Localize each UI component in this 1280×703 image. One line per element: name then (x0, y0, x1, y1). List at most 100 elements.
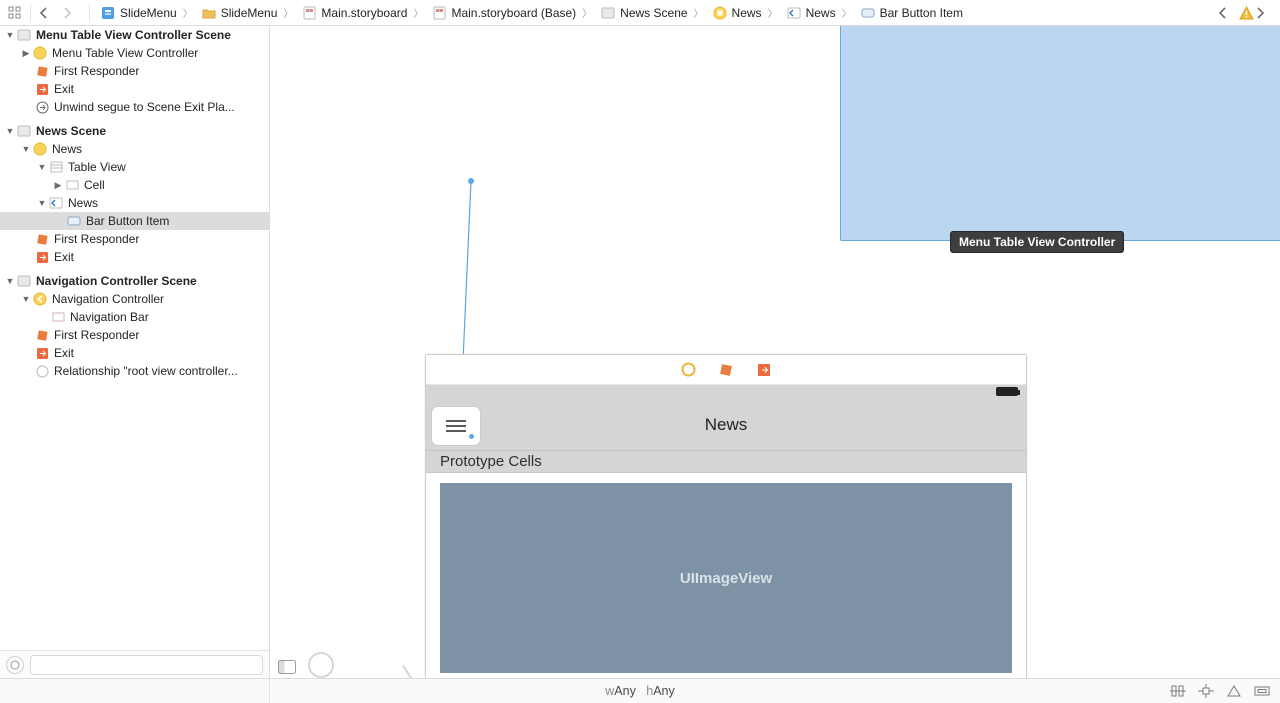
cell-icon (64, 180, 80, 190)
filter-scope-icon[interactable] (6, 656, 24, 674)
news-scene[interactable]: News Prototype Cells UIImageView (425, 354, 1027, 678)
outline-scene-header[interactable]: ▼ Menu Table View Controller Scene (0, 26, 269, 44)
disclosure-triangle-icon[interactable]: ▼ (4, 272, 16, 290)
navitem-icon (786, 5, 802, 21)
crumb-label: Main.storyboard (321, 6, 407, 20)
crumb-navitem[interactable]: News 〉 (784, 5, 854, 21)
outline-label: Navigation Bar (70, 308, 149, 326)
crumb-folder[interactable]: SlideMenu 〉 (199, 5, 296, 21)
status-bar (426, 385, 1026, 399)
outline-scene-header[interactable]: ▼ Navigation Controller Scene (0, 272, 269, 290)
crumb-storyboard-base[interactable]: Main.storyboard (Base) 〉 (429, 5, 594, 21)
outline-item[interactable]: Relationship "root view controller... (0, 362, 269, 380)
disclosure-triangle-icon[interactable]: ▼ (20, 290, 32, 308)
outline-item[interactable]: Exit (0, 80, 269, 98)
size-class-control[interactable]: wAny hAny (605, 684, 675, 698)
navbar-title[interactable]: News (426, 415, 1026, 435)
outline-item[interactable]: Navigation Bar (0, 308, 269, 326)
chevron-right-icon: 〉 (582, 5, 592, 20)
document-outline: ▼ Menu Table View Controller Scene ▶ Men… (0, 26, 270, 678)
sizeclass-h-prefix: h (646, 684, 653, 698)
outline-item[interactable]: First Responder (0, 326, 269, 344)
outline-scene-header[interactable]: ▼ News Scene (0, 122, 269, 140)
disclosure-triangle-icon[interactable]: ▶ (52, 176, 64, 194)
crumb-storyboard[interactable]: Main.storyboard 〉 (299, 5, 425, 21)
prototype-header-label: Prototype Cells (440, 453, 542, 470)
outline-item[interactable]: First Responder (0, 62, 269, 80)
issue-next-button[interactable] (1256, 7, 1274, 19)
related-items-icon[interactable] (6, 5, 22, 21)
sizeclass-w-value: Any (614, 684, 636, 698)
crumb-label: Bar Button Item (880, 6, 963, 20)
barbutton-icon (66, 216, 82, 226)
issue-prev-button[interactable] (1218, 7, 1236, 19)
outline-item[interactable]: First Responder (0, 230, 269, 248)
crumb-project[interactable]: SlideMenu 〉 (98, 5, 195, 21)
bar-button-item[interactable] (432, 407, 480, 445)
pin-button[interactable] (1198, 684, 1214, 698)
outline-label: Menu Table View Controller (52, 44, 198, 62)
prototype-cell[interactable]: UIImageView (426, 473, 1026, 678)
barbutton-icon (860, 5, 876, 21)
crumb-barbutton[interactable]: Bar Button Item (858, 5, 965, 21)
crumb-label: SlideMenu (120, 6, 177, 20)
resizing-button[interactable] (1254, 684, 1270, 698)
disclosure-triangle-icon[interactable]: ▼ (36, 158, 48, 176)
scene-title: Navigation Controller Scene (36, 272, 197, 290)
outline-item[interactable]: Unwind segue to Scene Exit Pla... (0, 98, 269, 116)
outline-item[interactable]: ▼ Table View (0, 158, 269, 176)
outline-item[interactable]: Exit (0, 344, 269, 362)
crumb-label: News (732, 6, 762, 20)
disclosure-triangle-icon[interactable]: ▼ (36, 194, 48, 212)
outline-label: Unwind segue to Scene Exit Pla... (54, 98, 235, 116)
crumb-viewcontroller[interactable]: News 〉 (710, 5, 780, 21)
outline-label: Cell (84, 176, 105, 194)
outline-item[interactable]: ▶ Menu Table View Controller (0, 44, 269, 62)
crumb-label: News Scene (620, 6, 687, 20)
chevron-right-icon: 〉 (694, 5, 704, 20)
outline-item-selected[interactable]: Bar Button Item (0, 212, 269, 230)
outline-item[interactable]: ▶ Cell (0, 176, 269, 194)
navigation-bar[interactable]: News (426, 399, 1026, 451)
firstresponder-icon[interactable] (718, 362, 734, 378)
nav-back-button[interactable] (39, 7, 57, 19)
exit-icon[interactable] (756, 362, 772, 378)
storyboard-canvas[interactable]: Menu Table View Controller (270, 26, 1280, 678)
uiimageview-placeholder[interactable]: UIImageView (440, 483, 1012, 673)
resolve-issues-button[interactable] (1226, 684, 1242, 698)
scene-title: Menu Table View Controller Scene (36, 26, 231, 44)
disclosure-triangle-icon[interactable]: ▶ (20, 44, 32, 62)
breadcrumb: SlideMenu 〉 SlideMenu 〉 Main.storyboard … (98, 5, 965, 21)
outline-item[interactable]: Exit (0, 248, 269, 266)
segue-icon (34, 101, 50, 114)
scene-icon (16, 275, 32, 287)
firstresponder-icon (34, 233, 50, 246)
outline-label: Exit (54, 344, 74, 362)
disclosure-triangle-icon[interactable]: ▼ (20, 140, 32, 158)
chevron-right-icon: 〉 (768, 5, 778, 20)
exit-icon (34, 347, 50, 360)
crumb-scene[interactable]: News Scene 〉 (598, 5, 705, 21)
jump-bar: SlideMenu 〉 SlideMenu 〉 Main.storyboard … (0, 0, 1280, 26)
zoom-control[interactable] (306, 650, 336, 678)
nav-forward-button[interactable] (63, 7, 81, 19)
exit-icon (34, 83, 50, 96)
align-button[interactable] (1170, 684, 1186, 698)
hamburger-icon (446, 420, 466, 432)
outline-label: Table View (68, 158, 126, 176)
crumb-label: SlideMenu (221, 6, 278, 20)
outline-item[interactable]: ▼ News (0, 140, 269, 158)
viewcontroller-icon[interactable] (680, 362, 696, 378)
storyboard-icon (301, 5, 317, 21)
outline-label: Relationship "root view controller... (54, 362, 238, 380)
outline-item[interactable]: ▼ News (0, 194, 269, 212)
outline-filter-input[interactable] (30, 655, 263, 675)
separator (89, 5, 90, 21)
outline-toggle-button[interactable] (278, 660, 296, 674)
project-icon (100, 5, 116, 21)
warning-icon[interactable] (1238, 5, 1254, 21)
outline-item[interactable]: ▼ Navigation Controller (0, 290, 269, 308)
disclosure-triangle-icon[interactable]: ▼ (4, 122, 16, 140)
disclosure-triangle-icon[interactable]: ▼ (4, 26, 16, 44)
outline-label: First Responder (54, 62, 139, 80)
